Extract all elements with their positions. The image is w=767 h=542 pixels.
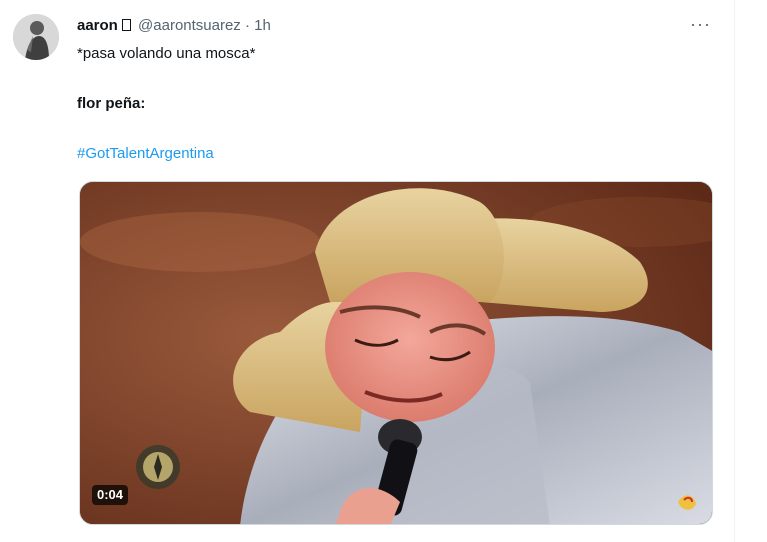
timestamp[interactable]: 1h xyxy=(254,17,271,34)
tweet-header: aaron @aarontsuarez · 1h xyxy=(77,17,271,35)
avatar[interactable] xyxy=(13,14,59,60)
hashtag-link[interactable]: #GotTalentArgentina xyxy=(77,145,214,163)
more-options-icon[interactable]: ··· xyxy=(690,14,711,35)
author-name[interactable]: aaron xyxy=(77,17,118,34)
timeline-divider xyxy=(734,0,735,542)
badge-icon xyxy=(121,19,131,31)
video-frame xyxy=(80,182,712,524)
video-duration-badge: 0:04 xyxy=(92,485,129,505)
separator-dot: · xyxy=(244,17,250,34)
avatar-image xyxy=(13,14,59,60)
tweet-text-line-2: flor peña: xyxy=(77,95,146,112)
video-player[interactable]: 0:04 xyxy=(79,181,713,525)
tweet-text-line-1: *pasa volando una mosca* xyxy=(77,45,256,62)
author-handle[interactable]: @aarontsuarez xyxy=(138,17,241,34)
